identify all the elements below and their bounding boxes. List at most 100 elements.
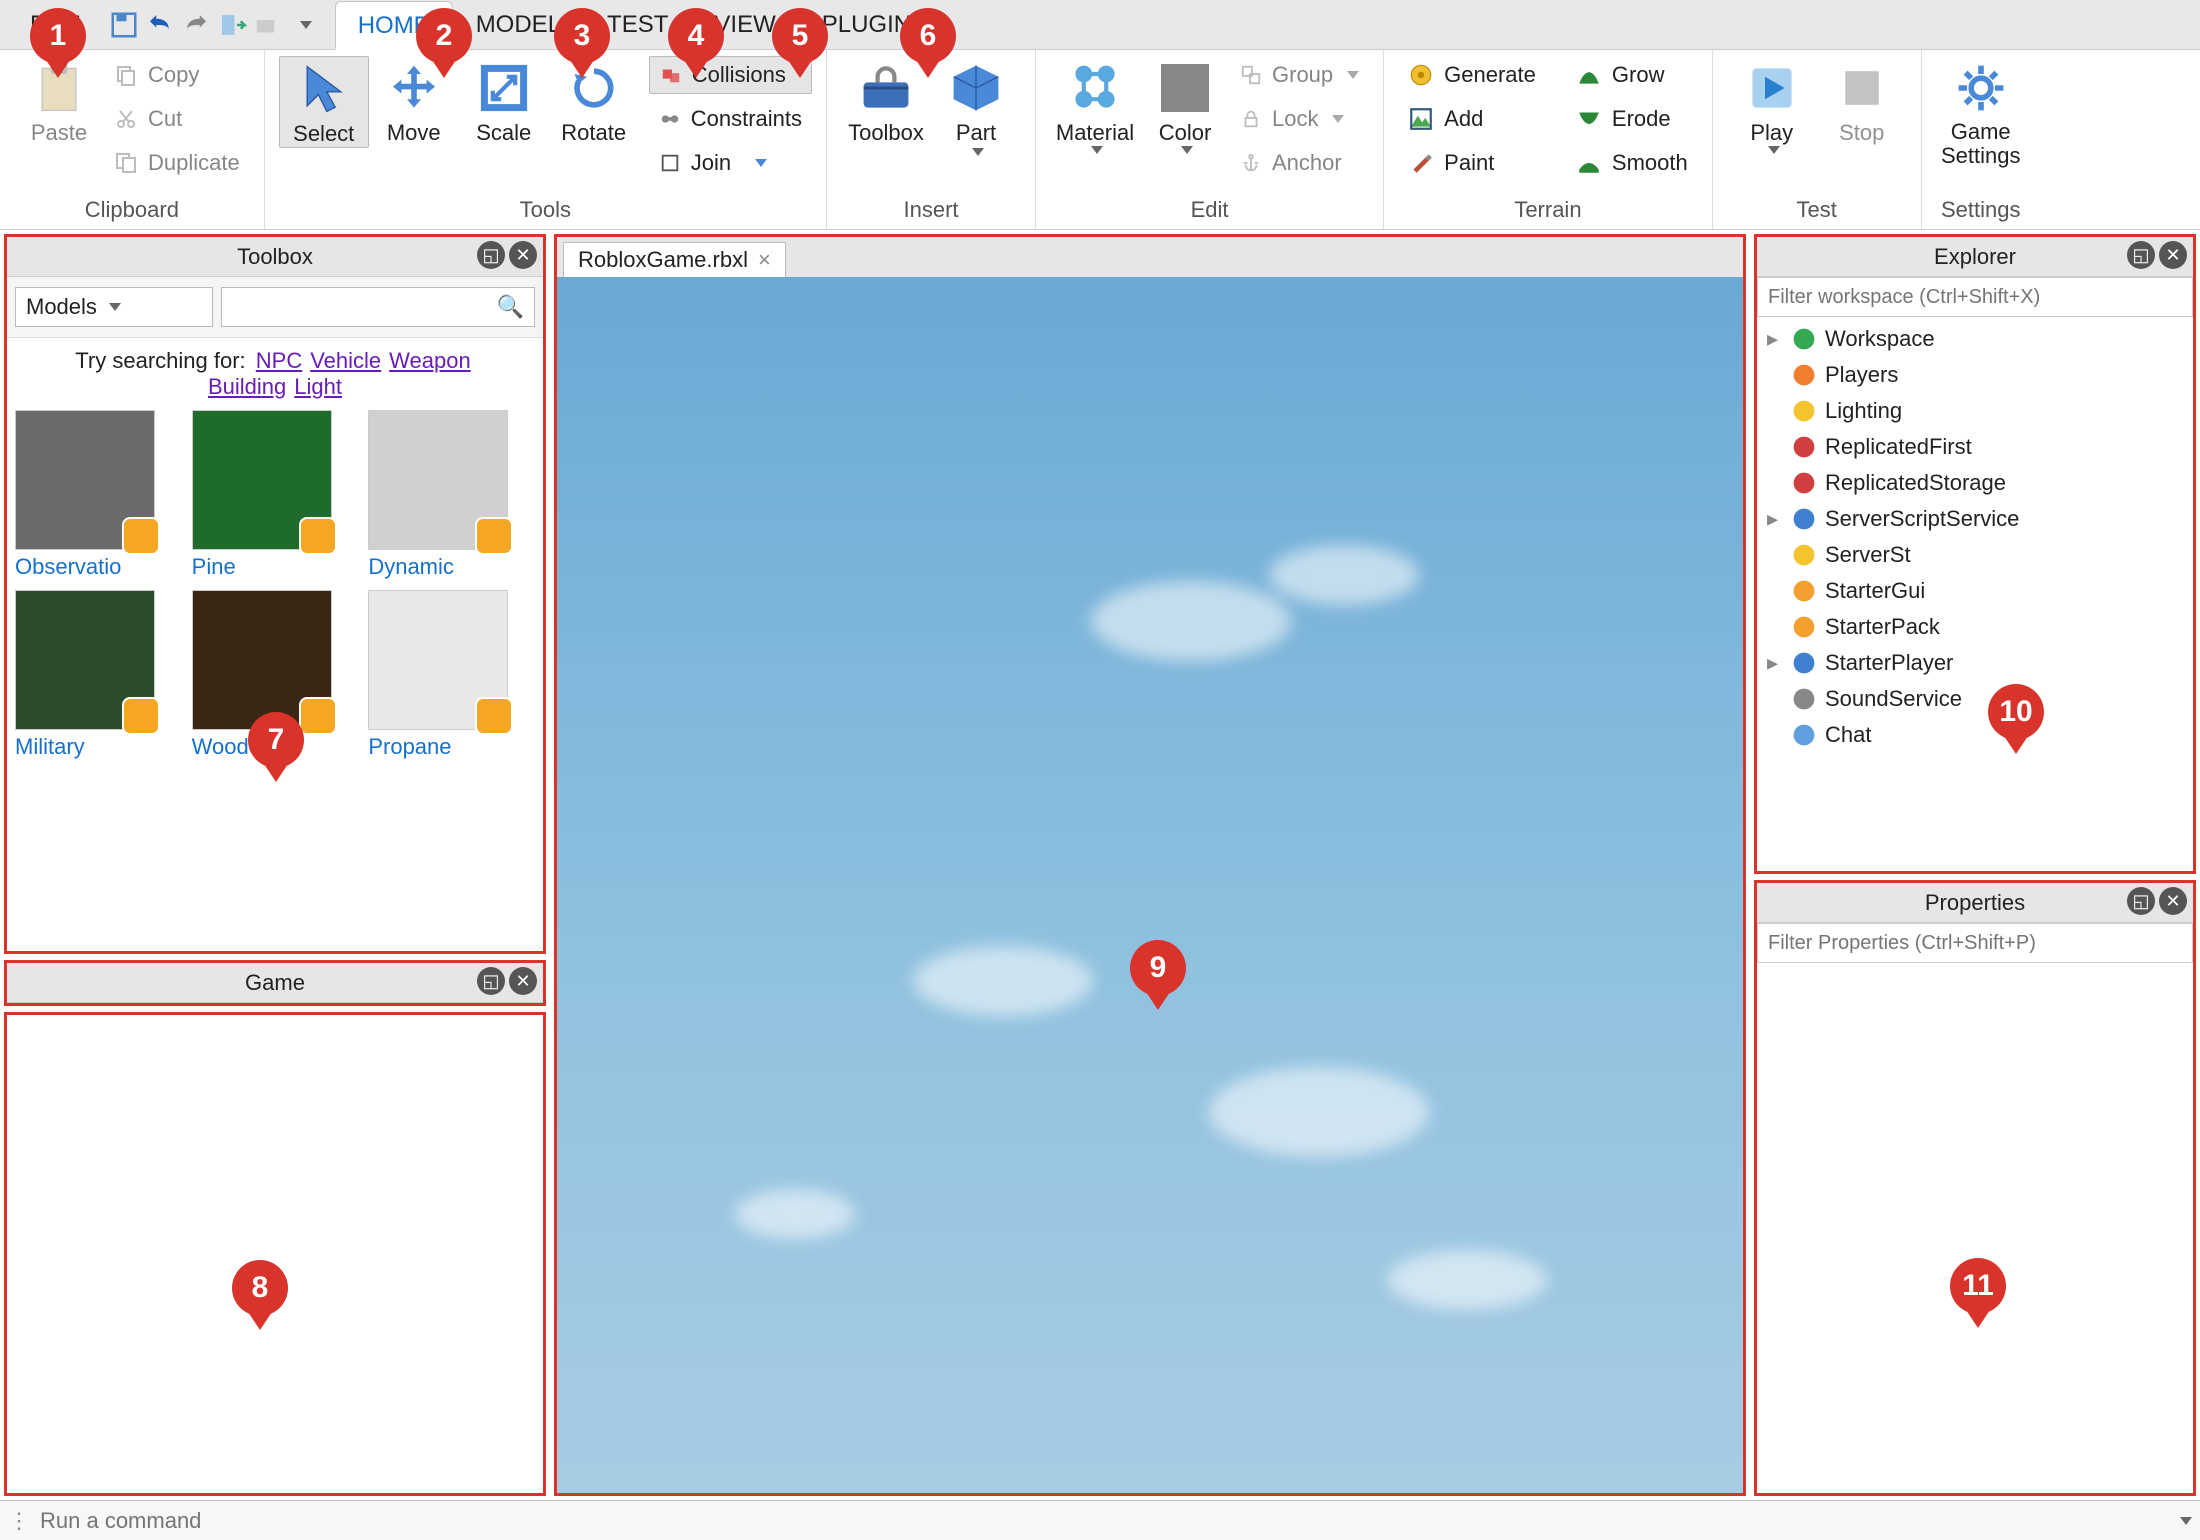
stop-button[interactable]: Stop (1817, 56, 1907, 146)
smooth-button[interactable]: Smooth (1566, 144, 1698, 182)
duplicate-icon (114, 151, 138, 175)
material-icon (1067, 60, 1123, 116)
paint-terrain-button[interactable]: Paint (1398, 144, 1546, 182)
erode-button[interactable]: Erode (1566, 100, 1698, 138)
close-tab-icon[interactable]: × (758, 247, 771, 273)
tree-item[interactable]: ReplicatedFirst (1763, 429, 2187, 465)
lock-button[interactable]: Lock (1230, 100, 1369, 138)
constraints-toggle[interactable]: Constraints (649, 100, 812, 138)
suggestion-link[interactable]: NPC (256, 348, 302, 373)
explorer-header: Explorer ◱✕ (1757, 237, 2193, 277)
grip-icon[interactable]: ⋮ (8, 1508, 30, 1534)
group-button[interactable]: Group (1230, 56, 1369, 94)
suggestion-link[interactable]: Weapon (389, 348, 471, 373)
suggestion-link[interactable]: Light (294, 374, 342, 399)
cursor-icon (296, 61, 352, 117)
expand-arrow-icon[interactable]: ▸ (1767, 650, 1783, 676)
lock-icon (1240, 108, 1262, 130)
toolbox-category-select[interactable]: Models (15, 287, 213, 327)
endorsed-badge-icon (122, 517, 160, 555)
toolbox-search[interactable]: 🔍 (221, 287, 535, 327)
model-item[interactable]: Dynamic (368, 410, 535, 580)
gui-icon (1791, 578, 1817, 604)
tree-item[interactable]: SoundService (1763, 681, 2187, 717)
close-icon[interactable]: ✕ (2159, 241, 2187, 269)
model-item[interactable]: Military (15, 590, 182, 760)
chevron-down-icon (109, 303, 121, 311)
popout-icon[interactable]: ◱ (2127, 887, 2155, 915)
quick-btn-4[interactable] (217, 10, 247, 40)
select-tool-button[interactable]: Select (279, 56, 369, 148)
explorer-filter-input[interactable] (1757, 277, 2193, 317)
pack-icon (1791, 614, 1817, 640)
tree-item[interactable]: StarterPack (1763, 609, 2187, 645)
game-settings-button[interactable]: Game Settings (1936, 56, 2026, 168)
tree-item[interactable]: ServerSt (1763, 537, 2187, 573)
model-label: Military (15, 734, 85, 760)
play-button[interactable]: Play (1727, 56, 1817, 154)
tree-item-label: ReplicatedFirst (1825, 434, 1972, 460)
expand-arrow-icon[interactable]: ▸ (1767, 506, 1783, 532)
popout-icon[interactable]: ◱ (477, 241, 505, 269)
material-button[interactable]: Material (1050, 56, 1140, 154)
quick-btn-5[interactable] (253, 10, 283, 40)
color-icon (1157, 60, 1213, 116)
endorsed-badge-icon (122, 697, 160, 735)
popout-icon[interactable]: ◱ (477, 967, 505, 995)
close-icon[interactable]: ✕ (509, 241, 537, 269)
duplicate-button[interactable]: Duplicate (104, 144, 250, 182)
model-label: Propane (368, 734, 451, 760)
chevron-down-icon[interactable] (2180, 1517, 2192, 1525)
group-title-terrain: Terrain (1398, 197, 1698, 227)
suggestion-link[interactable]: Vehicle (310, 348, 381, 373)
file-tab[interactable]: RobloxGame.rbxl× (563, 242, 786, 277)
toolbox-search-input[interactable] (232, 296, 497, 319)
box-icon (1791, 470, 1817, 496)
3d-viewport[interactable] (557, 277, 1743, 1493)
group-title-insert: Insert (841, 197, 1021, 227)
callout-badge: 7 (248, 712, 304, 782)
copy-button[interactable]: Copy (104, 56, 250, 94)
group-title-clipboard: Clipboard (14, 197, 250, 227)
popout-icon[interactable]: ◱ (2127, 241, 2155, 269)
tree-item[interactable]: StarterGui (1763, 573, 2187, 609)
chevron-down-icon (972, 148, 984, 156)
quick-more[interactable] (289, 10, 319, 40)
color-button[interactable]: Color (1140, 56, 1230, 154)
join-toggle[interactable]: Join (649, 144, 812, 182)
tree-item[interactable]: Players (1763, 357, 2187, 393)
add-terrain-icon (1408, 106, 1434, 132)
close-icon[interactable]: ✕ (509, 967, 537, 995)
tree-item[interactable]: ▸ServerScriptService (1763, 501, 2187, 537)
cut-icon (114, 107, 138, 131)
suggestion-link[interactable]: Building (208, 374, 286, 399)
model-item[interactable]: Observatio (15, 410, 182, 580)
redo-icon[interactable] (181, 10, 211, 40)
grow-button[interactable]: Grow (1566, 56, 1698, 94)
properties-filter-input[interactable] (1757, 923, 2193, 963)
tree-item-label: Lighting (1825, 398, 1902, 424)
model-item[interactable]: Propane (368, 590, 535, 760)
tree-item-label: StarterPlayer (1825, 650, 1953, 676)
expand-arrow-icon[interactable]: ▸ (1767, 326, 1783, 352)
tree-item[interactable]: ▸ StarterPlayer (1763, 645, 2187, 681)
tree-item[interactable]: ReplicatedStorage (1763, 465, 2187, 501)
tree-item[interactable]: Chat (1763, 717, 2187, 753)
generate-button[interactable]: Generate (1398, 56, 1546, 94)
anchor-button[interactable]: Anchor (1230, 144, 1369, 182)
chevron-down-icon (1091, 146, 1103, 154)
add-terrain-button[interactable]: Add (1398, 100, 1546, 138)
command-input[interactable] (40, 1508, 2166, 1534)
ribbon-group-tools: Select Move Scale Rotate Collisions Cons… (265, 50, 827, 229)
gear-icon (1953, 60, 2009, 116)
tree-item[interactable]: Lighting (1763, 393, 2187, 429)
cloud-icon (1791, 506, 1817, 532)
close-icon[interactable]: ✕ (2159, 887, 2187, 915)
scale-tool-button[interactable]: Scale (459, 56, 549, 146)
save-icon[interactable] (109, 10, 139, 40)
model-item[interactable]: Pine (192, 410, 359, 580)
cut-button[interactable]: Cut (104, 100, 250, 138)
chevron-down-icon (1347, 71, 1359, 79)
tree-item[interactable]: ▸Workspace (1763, 321, 2187, 357)
undo-icon[interactable] (145, 10, 175, 40)
